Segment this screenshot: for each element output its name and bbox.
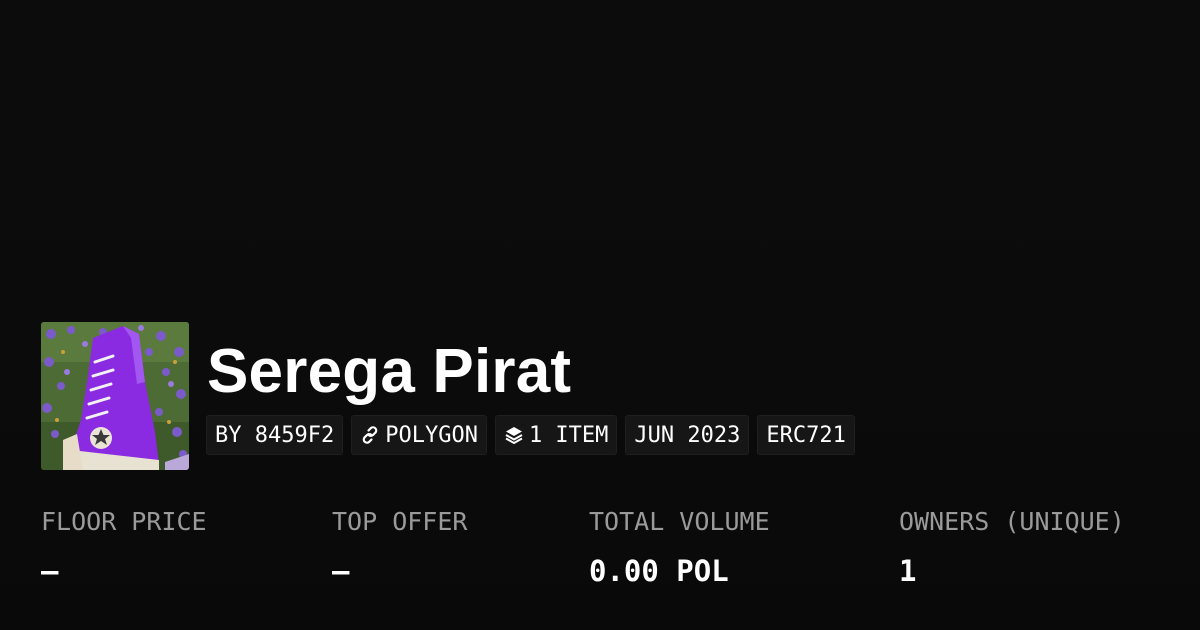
items-label: 1 ITEM — [528, 422, 609, 448]
owners-stat: OWNERS (UNIQUE) 1 — [899, 505, 1125, 589]
total-volume-label: TOTAL VOLUME — [589, 507, 770, 536]
floor-price-stat: FLOOR PRICE – — [41, 505, 207, 589]
creator-pill[interactable]: BY 8459F2 — [206, 415, 344, 455]
chain-label: POLYGON — [385, 422, 478, 448]
sneaker-flowers-image — [41, 322, 189, 470]
collection-avatar — [41, 322, 189, 470]
token-standard-pill: ERC721 — [757, 415, 855, 455]
polygon-link-icon — [360, 425, 380, 445]
collection-meta-pills: BY 8459F2 POLYGON 1 ITEM JUN 2023 ERC721 — [206, 415, 855, 455]
owners-label: OWNERS (UNIQUE) — [899, 507, 1125, 536]
top-offer-value: – — [332, 554, 350, 588]
total-volume-value: 0.00 POL — [589, 554, 729, 588]
creator-label: BY 8459F2 — [215, 422, 335, 448]
total-volume-stat: TOTAL VOLUME 0.00 POL — [589, 505, 770, 589]
collection-stats: FLOOR PRICE – TOP OFFER – TOTAL VOLUME 0… — [0, 505, 1200, 605]
token-standard-label: ERC721 — [766, 422, 846, 448]
created-date-pill: JUN 2023 — [625, 415, 750, 455]
top-offer-label: TOP OFFER — [332, 507, 468, 536]
top-offer-stat: TOP OFFER – — [332, 505, 467, 589]
created-date-label: JUN 2023 — [634, 422, 741, 448]
floor-price-label: FLOOR PRICE — [41, 507, 207, 536]
collection-title: Serega Pirat — [207, 337, 572, 406]
chain-pill[interactable]: POLYGON — [351, 415, 487, 455]
items-pill[interactable]: 1 ITEM — [494, 415, 618, 455]
owners-value: 1 — [899, 554, 917, 588]
floor-price-value: – — [41, 554, 59, 588]
layers-icon — [504, 425, 524, 445]
